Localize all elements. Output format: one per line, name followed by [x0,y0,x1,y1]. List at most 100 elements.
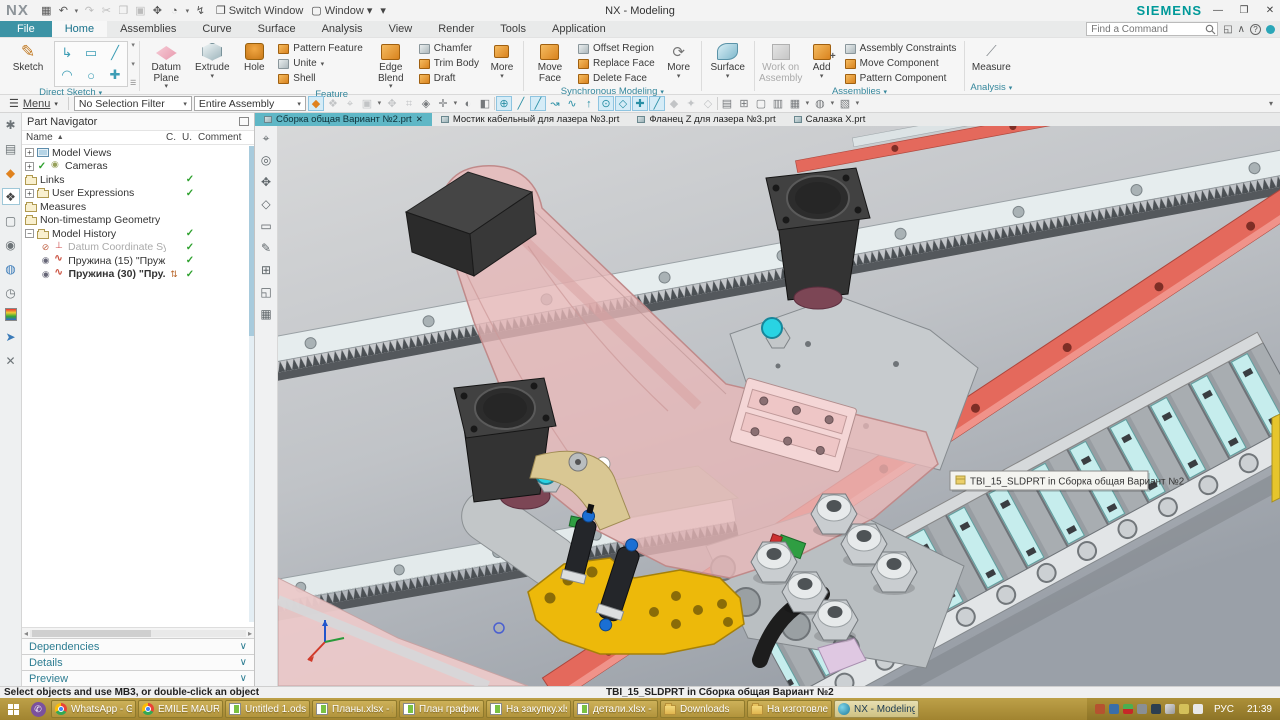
taskbar-button[interactable]: План график.xlsx... [399,700,484,718]
highlighted-selection-icon[interactable]: ◆ [307,96,324,111]
part-tab[interactable]: Мостик кабельный для лазера №3.prt [432,113,629,126]
ribbon-small-button[interactable]: Replace Face [575,56,658,71]
origin-icon[interactable]: ⌖ [258,130,275,146]
expander-icon[interactable]: + [25,161,34,171]
expander-icon[interactable]: + [25,188,34,198]
taskbar-button[interactable]: NX - Modeling [834,700,919,718]
tree-row[interactable]: ◉ Пружина (15) "Пруж... ✓ [22,254,254,268]
dropdown-arrow[interactable]: ▾ [376,96,383,111]
yellow-edge-part[interactable] [1271,413,1280,503]
extrude-button[interactable]: Extrude ▾ [189,41,235,80]
annotation-icon[interactable]: ✎ [258,240,275,256]
ribbon-tab[interactable]: Assemblies [107,21,189,37]
view-sphere-icon[interactable]: ◔ [167,5,182,17]
cad-viewport[interactable]: TBI_15_SLDPRT in Сборка общая Вариант №2 [278,126,1280,686]
ribbon-small-button[interactable]: Chamfer [416,41,482,56]
tree-row[interactable]: − Model History ✓ [22,227,254,241]
tray-icon[interactable] [1122,704,1133,714]
redo-icon[interactable]: ↷ [82,4,97,17]
dropdown-arrow[interactable]: ▾ [804,96,811,111]
qa-overflow-button[interactable]: ▾ [380,4,386,17]
clock[interactable]: 21:39 [1247,704,1272,715]
edge-blend-button[interactable]: Edge Blend ▾ [368,41,414,90]
rectangle-icon[interactable]: ▭ [79,42,103,64]
render-style-icon[interactable]: ◍ [812,96,828,111]
facet-vertex-icon[interactable]: ◆ [666,96,682,111]
expander-icon[interactable]: − [25,229,34,239]
menu-button[interactable]: ☰ Menu ▾ [4,97,63,111]
viber-icon[interactable]: ✆ [26,698,50,720]
sketch-grid-overflow[interactable]: ▾ ▾ ☰ [130,41,136,87]
window-menu-button[interactable]: ▢ Window ▾ [311,4,372,18]
mid-point-icon[interactable]: ╱ [529,96,546,111]
tray-icon[interactable] [1108,704,1119,714]
center-point-icon[interactable]: ⊙ [597,96,614,111]
end-point-icon[interactable]: ╱ [513,96,529,111]
point-in-facet-icon[interactable]: ✦ [683,96,699,111]
minimize-ribbon-icon[interactable]: ∧ [1238,24,1245,35]
switch-window-button[interactable]: ❐ Switch Window [216,4,303,18]
separator[interactable] [493,97,495,110]
navigator-column-headers[interactable]: Name ▲ C. U. Comment [22,130,254,145]
cut-icon[interactable]: ✂ [99,4,114,17]
select-assembly-icon[interactable]: ❖ [325,96,341,111]
history-icon[interactable]: ◷ [2,284,20,301]
tree-row[interactable]: + User Expressions ✓ [22,187,254,201]
sync-more-button[interactable]: ⟳ More ▾ [660,41,698,80]
datum-plane-button[interactable]: Datum Plane ▾ [143,41,189,90]
selection-filter-dropdown[interactable]: No Selection Filter ▾ [73,96,192,111]
tray-icon[interactable] [1178,704,1189,714]
taskbar-button[interactable]: На изготовление [747,700,832,718]
taskbar-button[interactable]: EMILE MAURIN - ... [138,700,223,718]
visibility-eye-icon[interactable]: ⊘ [41,242,50,253]
repeat-command-icon[interactable]: ↯ [193,4,208,17]
undo-icon[interactable]: ↶ [56,4,71,17]
component-select-icon[interactable]: ◈ [418,96,434,111]
ribbon-tab[interactable]: File [0,21,52,37]
tray-icon[interactable] [1094,704,1105,714]
find-command-input[interactable] [1086,22,1219,36]
visibility-eye-icon[interactable]: ◉ [41,255,50,266]
ribbon-small-button[interactable]: Unite ▾ [275,56,365,71]
dropdown-arrow[interactable]: ▾ [452,96,459,111]
ribbon-tab[interactable]: Analysis [309,21,376,37]
selection-scope-dropdown[interactable]: Entire Assembly ▾ [193,96,306,111]
system-tools-icon[interactable]: ✕ [2,352,20,369]
show-hide-icon[interactable]: ▥ [770,96,786,111]
navigator-hscrollbar[interactable]: ◂ ▸ [22,627,254,638]
palette-icon[interactable] [4,308,17,321]
utilbar-overflow[interactable]: ▾ [1269,99,1276,108]
copy-icon[interactable]: ❐ [116,4,131,17]
hd3d-tools-icon[interactable]: ◉ [2,236,20,253]
pole-icon[interactable]: ↑ [581,96,597,111]
start-button[interactable] [0,698,26,720]
language-indicator[interactable]: РУС [1214,704,1234,715]
ribbon-small-button[interactable]: Assembly Constraints [842,41,960,56]
move-cursor-icon[interactable]: ✥ [150,4,165,17]
taskbar-button[interactable]: детали.xlsx - Libre... [573,700,658,718]
bounded-plane-icon[interactable]: ◇ [700,96,716,111]
work-on-assembly-button[interactable]: Work on Assembly [758,41,804,84]
grid-snap-icon[interactable]: ⌗ [401,96,417,111]
profile-icon[interactable]: ↳ [55,42,79,64]
touch-mode-icon[interactable]: ➤ [2,328,20,345]
tree-row[interactable]: ◉ Пружина (30) "Пру... ⇅ ✓ [22,268,254,282]
fullscreen-icon[interactable]: ◱ [1223,24,1232,35]
sphere-dropdown[interactable]: ▾ [184,7,191,15]
ribbon-tab[interactable]: Home [51,21,108,37]
line-icon[interactable]: ╱ [103,42,127,64]
quadrant-point-icon[interactable]: ◇ [614,96,631,111]
arc-icon[interactable]: ◠ [55,64,79,86]
ribbon-tab[interactable]: Curve [189,21,244,37]
part-tab[interactable]: Сборка общая Вариант №2.prt ✕ [255,113,432,126]
assembly-navigator-icon[interactable]: ▤ [2,140,20,157]
circle-icon[interactable]: ○ [79,64,103,86]
feature-more-button[interactable]: More ▾ [484,41,520,80]
tray-icon[interactable] [1136,704,1147,714]
ribbon-small-button[interactable]: Move Component [842,56,960,71]
tree-row[interactable]: Non-timestamp Geometry [22,214,254,228]
ribbon-small-button[interactable]: Pattern Feature [275,41,365,56]
taskbar-button[interactable]: WhatsApp - Goog... [51,700,136,718]
ribbon-small-button[interactable]: Shell [275,71,365,86]
move-object-icon[interactable]: ✥ [384,96,400,111]
